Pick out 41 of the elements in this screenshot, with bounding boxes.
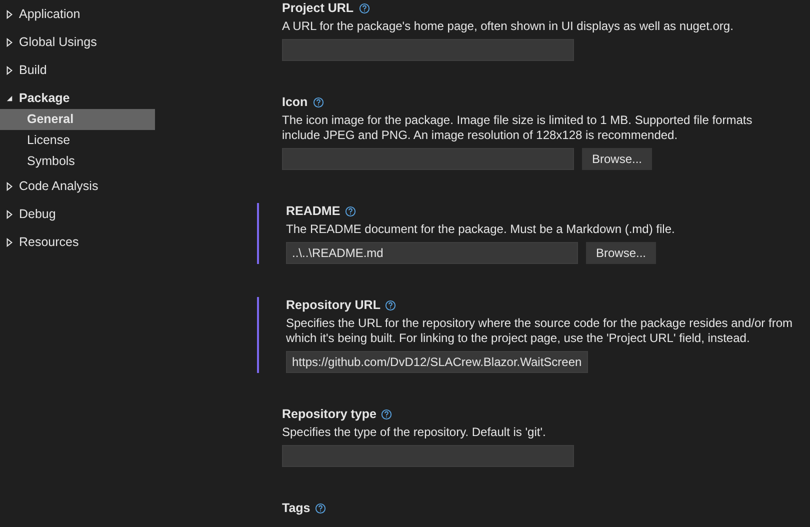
sidebar-item[interactable]: Debug bbox=[0, 200, 155, 228]
text-field[interactable] bbox=[282, 39, 574, 61]
text-field[interactable]: ..\..\README.md bbox=[286, 242, 578, 264]
setting-title: Repository URL bbox=[286, 298, 380, 312]
help-icon[interactable] bbox=[358, 2, 370, 14]
help-icon[interactable] bbox=[381, 408, 392, 420]
setting-title: Icon bbox=[282, 95, 308, 109]
setting-description: A URL for the package's home page, often shown in UI displays as well as nuget.org. bbox=[282, 19, 734, 34]
text-field[interactable] bbox=[282, 445, 574, 467]
help-icon[interactable] bbox=[345, 206, 356, 216]
help-icon[interactable] bbox=[312, 96, 324, 108]
text-field[interactable]: https://github.com/DvD12/SLACrew.Blazor.WaitScreen bbox=[286, 351, 588, 373]
setting-description: The README document for the package. Must be a Markdown (.md) file. bbox=[286, 222, 676, 237]
sidebar-item[interactable]: Build bbox=[0, 56, 155, 84]
setting-title: Tags bbox=[282, 501, 310, 515]
collapsed-triangle-icon bbox=[6, 182, 13, 190]
help-icon[interactable] bbox=[385, 300, 396, 310]
setting-title: Repository type bbox=[282, 407, 376, 421]
sidebar-item[interactable]: Global Usings bbox=[0, 28, 155, 56]
collapsed-triangle-icon bbox=[6, 66, 13, 74]
sidebar-subitem[interactable]: Symbols bbox=[0, 151, 155, 172]
setting-title: Project URL bbox=[282, 1, 354, 15]
setting-description: The icon image for the package. Image file size is limited to 1 MB. Supported file formats include JPEG and PNG. An image resolution of 128x128 is recommended. bbox=[282, 113, 754, 143]
sidebar-subitem[interactable]: License bbox=[0, 130, 155, 151]
sidebar-item[interactable]: Package bbox=[0, 84, 155, 112]
collapsed-triangle-icon bbox=[6, 38, 13, 46]
expanded-triangle-icon bbox=[6, 94, 13, 102]
setting-description: Specifies the URL for the repository where the source code for the package resides and/or from which it's being built. For linking to the project page, use the 'Project URL' field, instead. bbox=[286, 316, 794, 346]
sidebar-subitem[interactable]: General bbox=[0, 109, 155, 130]
collapsed-triangle-icon bbox=[6, 238, 13, 246]
collapsed-triangle-icon bbox=[6, 10, 13, 18]
collapsed-triangle-icon bbox=[6, 210, 13, 218]
browse-button[interactable]: Browse... bbox=[586, 242, 656, 264]
sidebar-item[interactable]: Application bbox=[0, 0, 155, 28]
setting-title: README bbox=[286, 204, 340, 218]
browse-button[interactable]: Browse... bbox=[582, 148, 652, 170]
sidebar-item[interactable]: Resources bbox=[0, 228, 155, 256]
sidebar-item[interactable]: Code Analysis bbox=[0, 172, 155, 200]
text-field[interactable] bbox=[282, 148, 574, 170]
setting-description: Specifies the type of the repository. Default is 'git'. bbox=[282, 425, 547, 440]
help-icon[interactable] bbox=[315, 502, 326, 514]
